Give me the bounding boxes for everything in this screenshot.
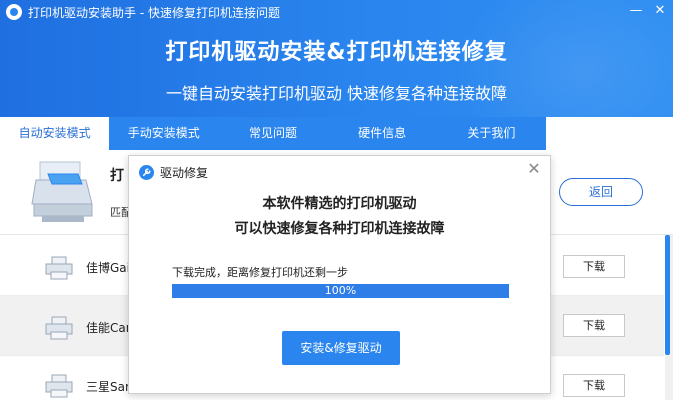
wrench-icon — [139, 165, 154, 180]
window-close-button[interactable]: ✕ — [651, 2, 669, 20]
download-button[interactable]: 下载 — [563, 374, 625, 397]
tabs-spacer — [546, 117, 673, 150]
driver-repair-dialog: 驱动修复 ✕ 本软件精选的打印机驱动 可以快速修复各种打印机连接故障 下载完成，… — [128, 155, 551, 394]
download-progress-bar: 100% — [172, 284, 509, 298]
app-header: 打印机驱动安装助手 - 快速修复打印机连接问题 — ✕ 打印机驱动安装&打印机连… — [0, 0, 673, 117]
minimize-button[interactable]: — — [627, 2, 645, 20]
app-logo-icon — [6, 4, 22, 20]
printer-icon — [45, 374, 73, 398]
mode-tabs: 自动安装模式 手动安装模式 常见问题 硬件信息 关于我们 — [0, 117, 546, 150]
dialog-header: 驱动修复 — [139, 164, 208, 181]
download-status-text: 下载完成，距离修复打印机还剩一步 — [172, 266, 348, 279]
window-title: 打印机驱动安装助手 - 快速修复打印机连接问题 — [28, 5, 280, 20]
printer-icon — [45, 256, 73, 280]
tab-auto-install[interactable]: 自动安装模式 — [0, 117, 110, 150]
banner-subtitle: 一键自动安装打印机驱动 快速修复各种连接故障 — [165, 84, 508, 103]
detected-printer-name: 打 — [110, 168, 124, 184]
dialog-message-line1: 本软件精选的打印机驱动 — [262, 196, 417, 212]
install-repair-button[interactable]: 安装&修复驱动 — [282, 331, 400, 365]
dialog-title: 驱动修复 — [160, 166, 209, 180]
tab-faq[interactable]: 常见问题 — [218, 117, 327, 150]
printer-icon — [45, 316, 73, 340]
progress-label: 100% — [324, 284, 357, 297]
printer-illustration-icon — [31, 161, 93, 222]
back-button[interactable]: 返回 — [559, 178, 643, 206]
dialog-message-line2: 可以快速修复各种打印机连接故障 — [234, 221, 445, 237]
list-scrollbar-thumb[interactable] — [665, 235, 670, 355]
banner-headline: 打印机驱动安装&打印机连接修复 — [165, 40, 508, 65]
title-bar: 打印机驱动安装助手 - 快速修复打印机连接问题 — [6, 4, 280, 20]
dialog-close-button[interactable]: ✕ — [526, 161, 542, 177]
download-button[interactable]: 下载 — [563, 255, 625, 278]
tab-hardware-info[interactable]: 硬件信息 — [328, 117, 437, 150]
tab-about-us[interactable]: 关于我们 — [437, 117, 546, 150]
download-button[interactable]: 下载 — [563, 314, 625, 337]
tab-manual-install[interactable]: 手动安装模式 — [109, 117, 218, 150]
